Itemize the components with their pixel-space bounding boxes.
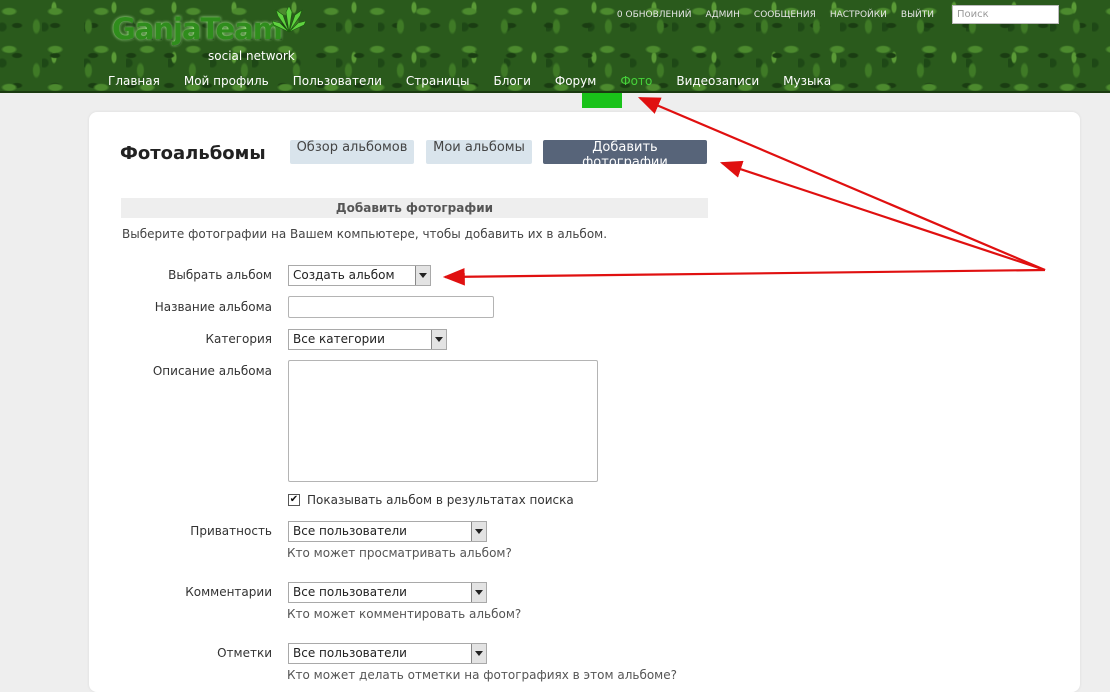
- site-logo[interactable]: GanjaTeam social network: [112, 6, 306, 67]
- album-select-value: Создать альбом: [293, 268, 395, 282]
- privacy-label: Приватность: [190, 524, 272, 538]
- comments-select[interactable]: Все пользователи: [288, 582, 487, 603]
- settings-link[interactable]: Настройки: [830, 10, 887, 20]
- logo-subtitle: social network: [208, 49, 295, 63]
- tab-browse-albums[interactable]: Обзор альбомов: [290, 140, 414, 164]
- category-select-value: Все категории: [293, 332, 385, 346]
- nav-item-profile[interactable]: Мой профиль: [184, 74, 269, 88]
- nav-item-blogs[interactable]: Блоги: [494, 74, 531, 88]
- updates-link[interactable]: 0 обновлений: [617, 10, 692, 20]
- page-title: Фотоальбомы: [120, 143, 266, 164]
- nav-item-music[interactable]: Музыка: [783, 74, 831, 88]
- main-nav: Главная Мой профиль Пользователи Страниц…: [108, 74, 855, 88]
- show-in-search-checkbox[interactable]: ✔: [288, 494, 300, 506]
- nav-item-pages[interactable]: Страницы: [406, 74, 470, 88]
- nav-item-users[interactable]: Пользователи: [293, 74, 382, 88]
- comments-label: Комментарии: [185, 585, 272, 599]
- nav-item-home[interactable]: Главная: [108, 74, 160, 88]
- cannabis-leaf-icon: [272, 6, 306, 33]
- chevron-down-icon: [471, 522, 486, 541]
- tags-select[interactable]: Все пользователи: [288, 643, 487, 664]
- tags-select-value: Все пользователи: [293, 646, 407, 660]
- nav-item-photo[interactable]: Фото: [620, 74, 652, 88]
- instruction-text: Выберите фотографии на Вашем компьютере,…: [122, 227, 608, 241]
- search-input[interactable]: [952, 5, 1059, 24]
- active-nav-indicator: [582, 93, 622, 108]
- privacy-select[interactable]: Все пользователи: [288, 521, 487, 542]
- show-in-search-label: Показывать альбом в результатах поиска: [307, 493, 574, 507]
- comments-select-value: Все пользователи: [293, 585, 407, 599]
- album-name-input[interactable]: [288, 296, 494, 318]
- chevron-down-icon: [471, 583, 486, 602]
- chevron-down-icon: [471, 644, 486, 663]
- section-header: Добавить фотографии: [121, 198, 708, 218]
- album-description-label: Описание альбома: [152, 364, 272, 378]
- tags-label: Отметки: [217, 646, 272, 660]
- site-header: GanjaTeam social network 0 обновлений Ад…: [0, 0, 1110, 93]
- nav-item-forum[interactable]: Форум: [555, 74, 596, 88]
- privacy-select-value: Все пользователи: [293, 524, 407, 538]
- chevron-down-icon: [415, 266, 430, 285]
- messages-link[interactable]: Сообщения: [754, 10, 816, 20]
- album-name-label: Название альбома: [154, 300, 272, 314]
- tab-my-albums[interactable]: Мои альбомы: [426, 140, 532, 164]
- album-select[interactable]: Создать альбом: [288, 265, 431, 286]
- logout-link[interactable]: Выйти: [901, 10, 934, 20]
- admin-link[interactable]: Админ: [705, 10, 739, 20]
- category-select[interactable]: Все категории: [288, 329, 447, 350]
- comments-hint: Кто может комментировать альбом?: [287, 607, 522, 621]
- category-label: Категория: [205, 332, 272, 346]
- privacy-hint: Кто может просматривать альбом?: [287, 546, 512, 560]
- logo-main-text: GanjaTeam: [112, 12, 283, 46]
- album-select-label: Выбрать альбом: [168, 268, 272, 282]
- nav-item-videos[interactable]: Видеозаписи: [676, 74, 759, 88]
- tags-hint: Кто может делать отметки на фотографиях …: [287, 668, 677, 682]
- chevron-down-icon: [431, 330, 446, 349]
- album-description-textarea[interactable]: [288, 360, 598, 482]
- tab-add-photos[interactable]: Добавить фотографии: [543, 140, 707, 170]
- top-links: 0 обновлений Админ Сообщения Настройки В…: [617, 10, 934, 20]
